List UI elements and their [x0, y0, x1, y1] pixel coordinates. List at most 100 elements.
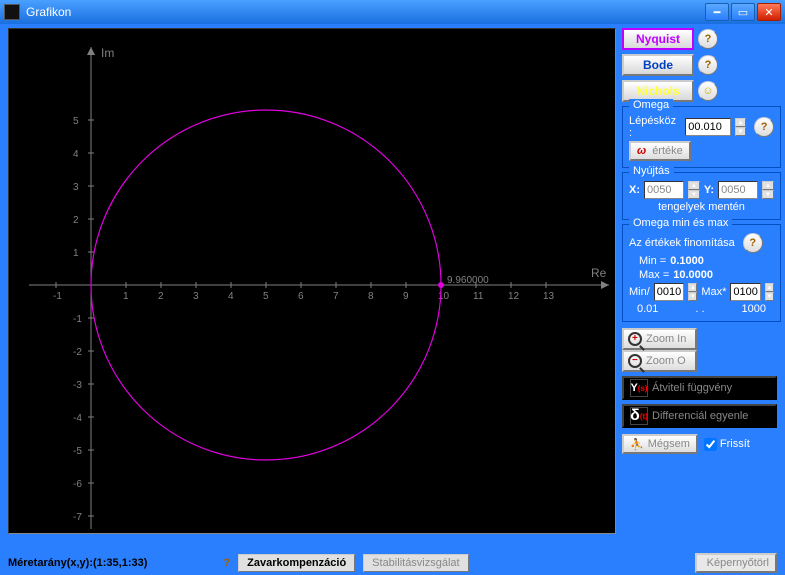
transfer-function-button[interactable]: Y(s) Átviteli függvény	[622, 376, 777, 400]
step-label: Lépésköz :	[629, 115, 681, 139]
svg-text:1: 1	[73, 248, 79, 259]
stretch-axes-label: tengelyek mentén	[658, 201, 745, 213]
max-label: Max =	[639, 269, 669, 281]
min-label: Min =	[639, 255, 666, 267]
marker-label: 9.960000	[447, 275, 489, 286]
minmax-group: Omega min és max Az értékek finomítása ?…	[622, 224, 781, 322]
refresh-label: Frissít	[720, 438, 750, 450]
x-axis-label: Re	[591, 266, 607, 280]
svg-text:4: 4	[73, 149, 79, 160]
refresh-checkbox[interactable]: Frissít	[704, 438, 750, 451]
help-icon: ?	[223, 557, 230, 569]
transfer-function-label: Átviteli függvény	[652, 382, 732, 394]
stretch-group: Nyújtás X: 0050 ▲▼ Y: 0050 ▲▼ tengelyek …	[622, 172, 781, 220]
minf-stepper[interactable]: ▲▼	[688, 283, 697, 301]
svg-text:6: 6	[298, 291, 304, 302]
svg-text:-3: -3	[73, 380, 82, 391]
main-area: Re Im -112345678910111213 54321-1-2-3-4-…	[0, 24, 785, 575]
svg-text:-6: -6	[73, 479, 82, 490]
cancel-button[interactable]: ⛹ Mégsem	[622, 434, 698, 454]
scale-right: 1000	[742, 303, 766, 315]
step-help-button[interactable]: ?	[754, 117, 774, 137]
nyquist-help-button[interactable]: ?	[698, 29, 718, 49]
zoom-in-button[interactable]: + Zoom In	[622, 328, 697, 350]
differential-label: Differenciál egyenle	[652, 410, 748, 422]
zoom-out-button[interactable]: − Zoom O	[622, 350, 697, 372]
svg-text:-2: -2	[73, 347, 82, 358]
omega-value-button[interactable]: ω értéke	[629, 141, 691, 161]
stretch-x-input[interactable]: 0050	[644, 181, 684, 199]
curve-marker	[438, 282, 444, 288]
svg-text:2: 2	[73, 215, 79, 226]
svg-text:-5: -5	[73, 446, 82, 457]
svg-text:4: 4	[228, 291, 234, 302]
minf-label: Min/	[629, 286, 650, 298]
bode-button[interactable]: Bode	[622, 54, 694, 76]
svg-text:3: 3	[193, 291, 199, 302]
nyquist-button[interactable]: Nyquist	[622, 28, 694, 50]
y-s-icon: Y(s)	[630, 379, 648, 397]
omega-icon: ω	[637, 145, 646, 157]
minmax-help-button[interactable]: ?	[743, 233, 763, 253]
omega-legend: Omega	[629, 99, 673, 111]
minmax-legend: Omega min és max	[629, 217, 732, 229]
minf-input[interactable]: 0010	[654, 283, 684, 301]
y-axis-arrow	[87, 47, 95, 55]
scale-dots: . .	[695, 303, 704, 315]
svg-text:8: 8	[368, 291, 374, 302]
stretch-y-label: Y:	[704, 184, 714, 196]
zavar-button[interactable]: Zavarkompenzáció	[238, 554, 355, 572]
stretch-legend: Nyújtás	[629, 165, 674, 177]
scale-left: 0.01	[637, 303, 658, 315]
zoom-in-icon: +	[628, 332, 642, 346]
omega-value-label: értéke	[652, 145, 683, 157]
svg-text:9: 9	[403, 291, 409, 302]
maxf-stepper[interactable]: ▲▼	[765, 283, 774, 301]
svg-text:5: 5	[73, 116, 79, 127]
delta-icon: δ(t)	[630, 407, 648, 425]
svg-text:-1: -1	[53, 291, 62, 302]
screenshot-button[interactable]: Képernyőtörl	[695, 553, 777, 573]
window-title: Grafikon	[26, 5, 703, 19]
stretch-y-stepper[interactable]: ▲▼	[762, 181, 774, 199]
step-input[interactable]: 00.010	[685, 118, 730, 136]
close-button[interactable]: ✕	[757, 3, 781, 21]
cancel-label: Mégsem	[648, 438, 690, 450]
app-icon	[4, 4, 20, 20]
plot-svg: Re Im -112345678910111213 54321-1-2-3-4-…	[9, 29, 617, 535]
svg-text:-1: -1	[73, 314, 82, 325]
bode-help-button[interactable]: ?	[698, 55, 718, 75]
svg-text:13: 13	[543, 291, 555, 302]
maximize-button[interactable]: ▭	[731, 3, 755, 21]
max-value: 10.0000	[673, 269, 713, 281]
maxf-label: Max*	[701, 286, 726, 298]
stretch-x-stepper[interactable]: ▲▼	[688, 181, 700, 199]
svg-text:5: 5	[263, 291, 269, 302]
nichols-help-button[interactable]: ☺	[698, 81, 718, 101]
minimize-button[interactable]: ━	[705, 3, 729, 21]
zoom-out-icon: −	[628, 354, 642, 368]
stretch-y-input[interactable]: 0050	[718, 181, 758, 199]
maxf-input[interactable]: 0100	[730, 283, 760, 301]
refresh-checkbox-input[interactable]	[704, 438, 717, 451]
differential-button[interactable]: δ(t) Differenciál egyenle	[622, 404, 777, 428]
svg-text:3: 3	[73, 182, 79, 193]
svg-text:2: 2	[158, 291, 164, 302]
status-bar: Méretarány(x,y):(1:35,1:33) ? Zavarkompe…	[8, 553, 781, 573]
svg-text:7: 7	[333, 291, 339, 302]
zoom-in-label: Zoom In	[646, 333, 686, 345]
stretch-x-label: X:	[629, 184, 640, 196]
side-panel: Nyquist ? Bode ? Nichols ☺ Omega Lépéskö…	[622, 28, 781, 454]
refine-label: Az értékek finomítása	[629, 237, 735, 249]
aspect-ratio: Méretarány(x,y):(1:35,1:33)	[8, 557, 147, 569]
omega-group: Omega Lépésköz : 00.010 ▲▼ ? ω értéke	[622, 106, 781, 168]
person-icon: ⛹	[630, 438, 644, 451]
svg-text:11: 11	[473, 291, 484, 302]
svg-text:1: 1	[123, 291, 129, 302]
stability-button[interactable]: Stabilitásvizsgálat	[363, 554, 468, 572]
step-stepper[interactable]: ▲▼	[735, 118, 747, 136]
titlebar: Grafikon ━ ▭ ✕	[0, 0, 785, 24]
screenshot-label: Képernyőtörl	[707, 557, 769, 569]
y-axis-label: Im	[101, 46, 114, 60]
plot-area: Re Im -112345678910111213 54321-1-2-3-4-…	[8, 28, 616, 534]
